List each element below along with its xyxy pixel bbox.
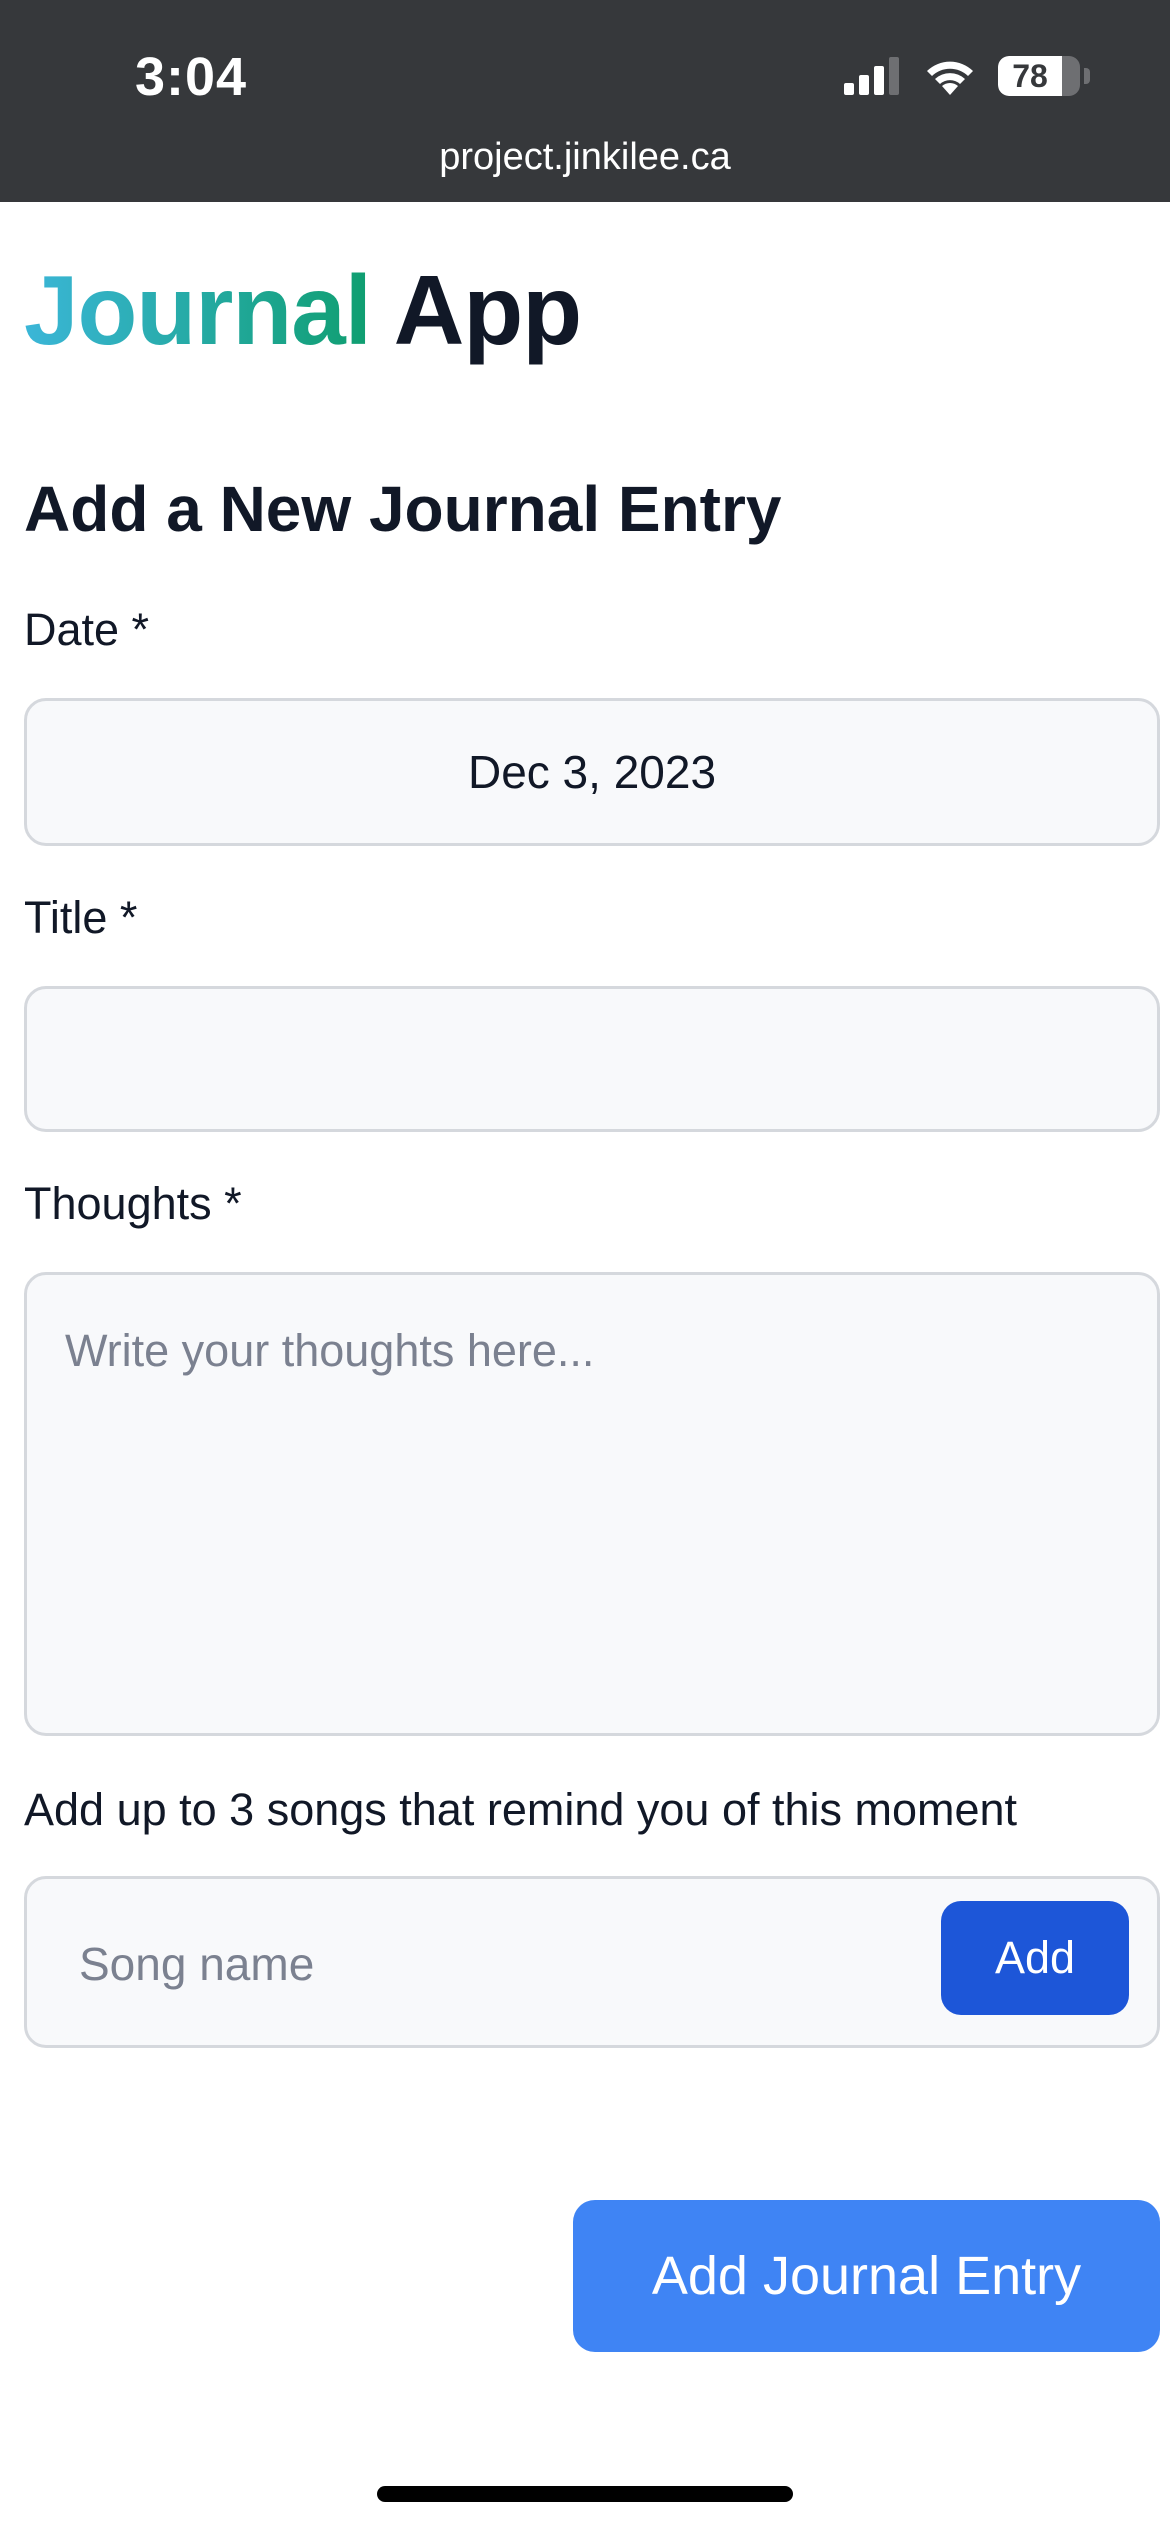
add-song-button[interactable]: Add (941, 1901, 1129, 2015)
song-name-input[interactable]: Song name (79, 1937, 314, 1991)
title-input[interactable] (24, 986, 1160, 1132)
battery-cap (1084, 68, 1090, 84)
status-icons: 78 (844, 56, 1090, 96)
address-bar-url[interactable]: project.jinkilee.ca (0, 136, 1170, 179)
date-value: Dec 3, 2023 (467, 746, 717, 798)
songs-label: Add up to 3 songs that remind you of thi… (24, 1784, 1018, 1835)
thoughts-label: Thoughts * (24, 1178, 242, 1229)
status-time: 3:04 (135, 47, 248, 107)
thoughts-textarea[interactable]: Write your thoughts here... (24, 1272, 1160, 1736)
date-input[interactable]: Dec 3, 2023 (24, 698, 1160, 846)
page-title: Add a New Journal Entry (24, 473, 782, 545)
cellular-signal-icon (844, 57, 899, 95)
logo-journal-text: Journal (24, 255, 372, 365)
add-journal-entry-button[interactable]: Add Journal Entry (573, 2200, 1160, 2352)
browser-status-bar: 3:04 78 project.jinkilee.ca (0, 0, 1170, 202)
title-label: Title * (24, 892, 138, 943)
battery-percentage: 78 (1012, 58, 1048, 94)
app-logo[interactable]: Journal App (24, 254, 582, 367)
song-input-group: Song name Add (24, 1876, 1160, 2048)
date-label: Date * (24, 604, 150, 655)
logo-app-text: App (393, 255, 582, 365)
wifi-icon (927, 61, 973, 95)
thoughts-placeholder: Write your thoughts here... (65, 1325, 595, 1376)
battery-icon: 78 (998, 56, 1080, 96)
home-indicator (377, 2486, 793, 2502)
